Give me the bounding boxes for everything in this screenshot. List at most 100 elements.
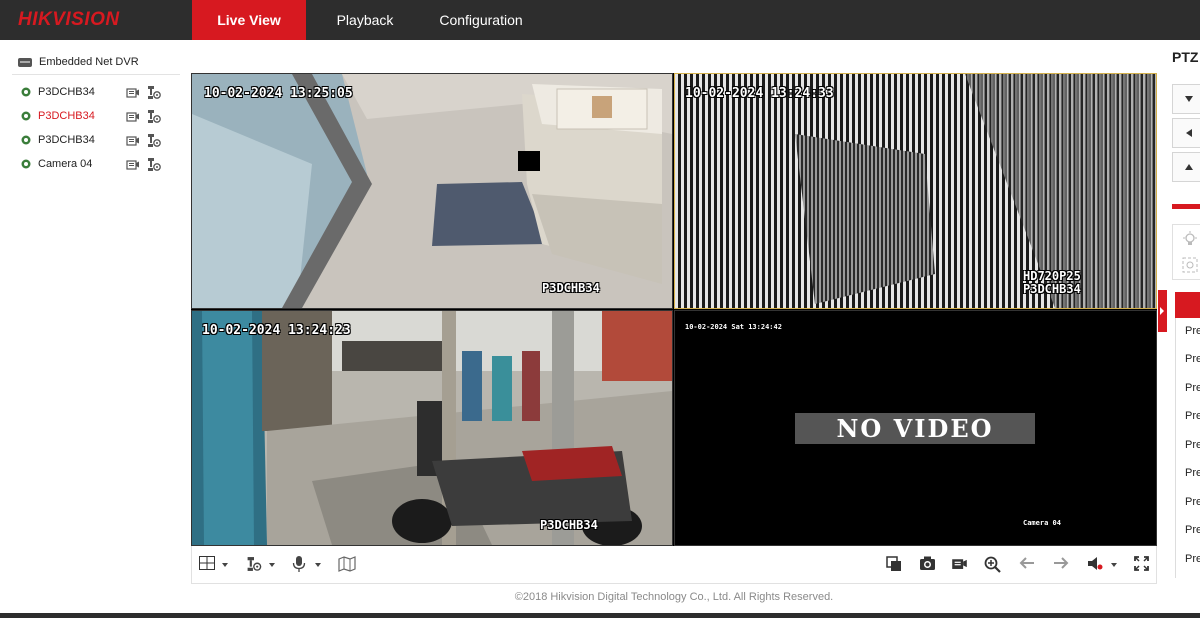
preset-item[interactable]: Pre bbox=[1185, 353, 1200, 365]
tree-divider bbox=[12, 74, 180, 75]
zoom-in-icon bbox=[984, 556, 1001, 573]
video-tile-4[interactable]: 10-02-2024 Sat 13:24:42 NO VIDEO Camera … bbox=[674, 310, 1157, 546]
camera-icon bbox=[21, 159, 31, 169]
ptz-control-icon[interactable] bbox=[147, 157, 161, 172]
app-root: HIKVISION Live View Playback Configurati… bbox=[0, 0, 1200, 618]
panel-collapse-toggle[interactable] bbox=[1158, 290, 1167, 332]
arrow-left-icon bbox=[1186, 129, 1192, 137]
top-navigation-bar: HIKVISION Live View Playback Configurati… bbox=[0, 0, 1200, 40]
live-video-grid: 10-02-2024 13:25:05 P3DCHB34 10-02-2024 … bbox=[191, 73, 1157, 546]
camera-icon bbox=[21, 87, 31, 97]
resolution-overlay: HD720P25 bbox=[1023, 269, 1081, 283]
preset-item[interactable]: Pre bbox=[1185, 524, 1200, 536]
capture-button[interactable] bbox=[919, 556, 936, 574]
fullscreen-icon bbox=[1134, 556, 1149, 571]
stop-all-button[interactable] bbox=[886, 556, 902, 574]
video-timestamp: 10-02-2024 Sat 13:24:42 bbox=[685, 323, 782, 331]
multi-window-icon bbox=[886, 556, 901, 571]
audio-mute-button[interactable] bbox=[1087, 556, 1103, 574]
camera-label: P3DCHB34 bbox=[38, 134, 95, 146]
device-name: Embedded Net DVR bbox=[39, 56, 139, 68]
window-layout-button[interactable] bbox=[199, 556, 215, 574]
copyright-footer: ©2018 Hikvision Digital Technology Co., … bbox=[514, 591, 834, 603]
stream-type-button[interactable] bbox=[246, 556, 262, 574]
preset-list: Pre Pre Pre Pre Pre Pre Pre Pre Pre bbox=[1175, 318, 1200, 578]
camera-name-overlay: P3DCHB34 bbox=[542, 281, 600, 295]
tab-live-view[interactable]: Live View bbox=[192, 0, 306, 40]
no-video-label: NO VIDEO bbox=[795, 413, 1035, 444]
next-page-button[interactable] bbox=[1053, 556, 1069, 574]
hikvision-logo: HIKVISION bbox=[18, 9, 120, 30]
camera-item-2[interactable]: P3DCHB34 bbox=[20, 107, 170, 125]
chevron-down-icon[interactable] bbox=[269, 563, 275, 567]
preset-item[interactable]: Pre bbox=[1185, 382, 1200, 394]
stream-icon bbox=[247, 557, 262, 571]
chevron-down-icon[interactable] bbox=[315, 563, 321, 567]
preset-tab-header[interactable] bbox=[1175, 292, 1200, 318]
camera-label: Camera 04 bbox=[38, 158, 93, 170]
tab-configuration[interactable]: Configuration bbox=[424, 0, 538, 40]
record-icon[interactable] bbox=[126, 135, 140, 146]
dvr-icon bbox=[18, 57, 32, 67]
digital-zoom-button[interactable] bbox=[984, 556, 1001, 574]
audio-talk-button[interactable] bbox=[292, 556, 306, 574]
fullscreen-button[interactable] bbox=[1134, 556, 1149, 574]
arrow-right-icon bbox=[1054, 557, 1069, 569]
record-icon[interactable] bbox=[126, 159, 140, 170]
ptz-speed-slider[interactable] bbox=[1172, 204, 1200, 209]
arrow-up-icon bbox=[1185, 164, 1193, 170]
microphone-icon bbox=[292, 556, 306, 572]
camera-item-1[interactable]: P3DCHB34 bbox=[20, 83, 170, 101]
video-timestamp: 10-02-2024 13:25:05 bbox=[204, 86, 353, 101]
record-icon[interactable] bbox=[126, 111, 140, 122]
record-button[interactable] bbox=[951, 556, 968, 574]
arrow-down-icon bbox=[1185, 96, 1193, 102]
camera-item-4[interactable]: Camera 04 bbox=[20, 155, 170, 173]
ptz-direction-button[interactable] bbox=[1172, 118, 1200, 148]
preset-item[interactable]: Pre bbox=[1185, 439, 1200, 451]
camera-name-overlay: P3DCHB34 bbox=[540, 518, 598, 532]
bottom-bar bbox=[0, 613, 1200, 618]
camera-icon bbox=[21, 135, 31, 145]
camera-feed-image bbox=[192, 74, 672, 308]
video-tile-2-selected[interactable]: 10-02-2024 13:24:33 HD720P25 P3DCHB34 bbox=[674, 73, 1157, 309]
device-tree-root[interactable]: Embedded Net DVR bbox=[18, 54, 139, 70]
chevron-down-icon[interactable] bbox=[1111, 563, 1117, 567]
arrow-left-icon bbox=[1019, 557, 1034, 569]
camera-feed-image bbox=[192, 311, 672, 545]
live-view-toolbar bbox=[191, 546, 1157, 584]
ptz-control-icon[interactable] bbox=[147, 133, 161, 148]
ptz-direction-button[interactable] bbox=[1172, 152, 1200, 182]
camera-label: P3DCHB34 bbox=[38, 86, 95, 98]
preset-item[interactable]: Pre bbox=[1185, 325, 1200, 337]
video-tile-3[interactable]: 10-02-2024 13:24:23 P3DCHB34 bbox=[191, 310, 673, 546]
speaker-muted-icon bbox=[1088, 557, 1103, 570]
chevron-down-icon[interactable] bbox=[222, 563, 228, 567]
preset-item[interactable]: Pre bbox=[1185, 467, 1200, 479]
camera-name-overlay: P3DCHB34 bbox=[1023, 282, 1081, 296]
ptz-control-icon[interactable] bbox=[147, 109, 161, 124]
ptz-control-icon[interactable] bbox=[147, 85, 161, 100]
camera-item-3[interactable]: P3DCHB34 bbox=[20, 131, 170, 149]
e-zoom-button[interactable] bbox=[338, 556, 356, 574]
camera-icon bbox=[21, 111, 31, 121]
preset-item[interactable]: Pre bbox=[1185, 410, 1200, 422]
camera-feed-image bbox=[675, 74, 1156, 308]
ptz-panel-title: PTZ bbox=[1172, 49, 1199, 65]
ptz-direction-button[interactable] bbox=[1172, 84, 1200, 114]
focus-icon[interactable] bbox=[1182, 257, 1198, 273]
camera-label-selected: P3DCHB34 bbox=[38, 110, 95, 122]
tab-playback[interactable]: Playback bbox=[318, 0, 412, 40]
video-record-icon bbox=[952, 559, 967, 569]
preset-item[interactable]: Pre bbox=[1185, 553, 1200, 565]
previous-page-button[interactable] bbox=[1019, 556, 1035, 574]
record-icon[interactable] bbox=[126, 87, 140, 98]
grid-layout-icon bbox=[199, 556, 215, 570]
light-bulb-icon[interactable] bbox=[1182, 231, 1198, 247]
camera-name-overlay: Camera 04 bbox=[1023, 519, 1061, 527]
camera-snapshot-icon bbox=[920, 556, 935, 570]
ptz-aux-controls bbox=[1172, 224, 1200, 280]
video-tile-1[interactable]: 10-02-2024 13:25:05 P3DCHB34 bbox=[191, 73, 673, 309]
map-icon bbox=[338, 556, 356, 572]
preset-item[interactable]: Pre bbox=[1185, 496, 1200, 508]
